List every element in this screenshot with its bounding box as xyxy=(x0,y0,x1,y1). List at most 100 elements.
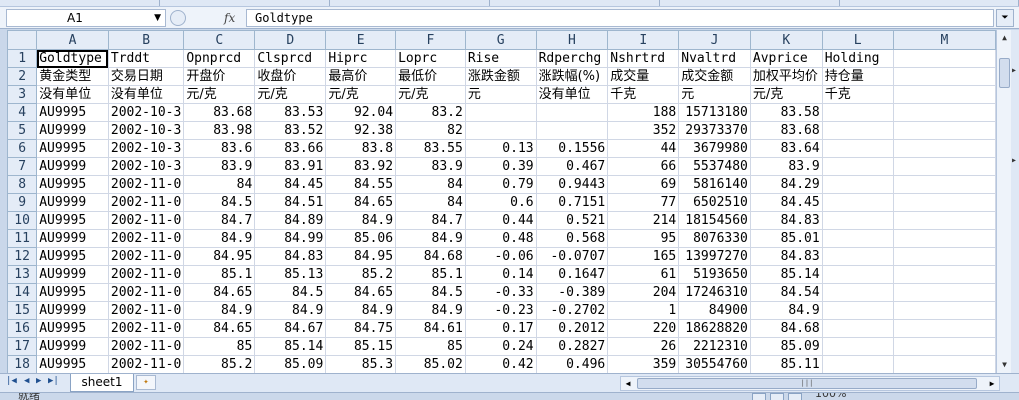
cell-j11[interactable]: 8076330 xyxy=(678,229,751,248)
cell-d1[interactable]: Clsprcd xyxy=(254,49,327,68)
cell-k15[interactable]: 84.9 xyxy=(749,301,823,320)
cell-f14[interactable]: 84.5 xyxy=(395,283,466,302)
cell-c10[interactable]: 84.7 xyxy=(183,211,256,230)
sheet-tab-sheet1[interactable]: sheet1 xyxy=(70,374,134,392)
cell-h15[interactable]: -0.2702 xyxy=(535,301,609,320)
cell-a9[interactable]: AU9999 xyxy=(36,193,109,212)
cell-k5[interactable]: 83.68 xyxy=(749,121,823,140)
expand-formula-bar-button[interactable]: ⏷ xyxy=(996,9,1014,27)
cell-f10[interactable]: 84.7 xyxy=(395,211,466,230)
cell-k7[interactable]: 83.9 xyxy=(749,157,823,176)
cell-i14[interactable]: 204 xyxy=(607,283,680,302)
cell-a2[interactable]: 黄金类型 xyxy=(36,67,109,86)
cell-j15[interactable]: 84900 xyxy=(678,301,751,320)
cell-b5[interactable]: 2002-10-3 xyxy=(107,121,185,140)
cell-a5[interactable]: AU9999 xyxy=(36,121,109,140)
cell-h5[interactable] xyxy=(535,121,609,140)
cell-h7[interactable]: 0.467 xyxy=(535,157,609,176)
cell-g2[interactable]: 涨跌金额 xyxy=(464,67,537,86)
cell-d11[interactable]: 84.99 xyxy=(254,229,327,248)
cell-a1[interactable]: Goldtype xyxy=(36,49,109,68)
cell-b4[interactable]: 2002-10-3 xyxy=(107,103,185,122)
cell-c11[interactable]: 84.9 xyxy=(183,229,256,248)
cell-g7[interactable]: 0.39 xyxy=(464,157,537,176)
row-header[interactable]: 8 xyxy=(7,175,38,194)
cell-i4[interactable]: 188 xyxy=(607,103,680,122)
cell-i8[interactable]: 69 xyxy=(607,175,680,194)
cell-c8[interactable]: 84 xyxy=(183,175,256,194)
cell-k4[interactable]: 83.58 xyxy=(749,103,823,122)
cell-d13[interactable]: 85.13 xyxy=(254,265,327,284)
horizontal-scrollbar[interactable]: ◀ ||| ▶ xyxy=(620,376,1000,391)
cell-m17[interactable] xyxy=(892,337,996,356)
row-header[interactable]: 5 xyxy=(7,121,38,140)
cell-b17[interactable]: 2002-11-0 xyxy=(107,337,185,356)
row-header[interactable]: 4 xyxy=(7,103,38,122)
cell-k10[interactable]: 84.83 xyxy=(749,211,823,230)
cell-g12[interactable]: -0.06 xyxy=(464,247,537,266)
cell-k16[interactable]: 84.68 xyxy=(749,319,823,338)
cell-d10[interactable]: 84.89 xyxy=(254,211,327,230)
cell-h6[interactable]: 0.1556 xyxy=(535,139,609,158)
page-layout-view-icon[interactable] xyxy=(770,393,784,400)
cell-d5[interactable]: 83.52 xyxy=(254,121,327,140)
cell-i11[interactable]: 95 xyxy=(607,229,680,248)
cell-c1[interactable]: Opnprcd xyxy=(183,49,256,68)
cell-d6[interactable]: 83.66 xyxy=(254,139,327,158)
row-header[interactable]: 18 xyxy=(7,355,38,373)
scroll-down-icon[interactable]: ▼ xyxy=(998,357,1011,372)
cell-i3[interactable]: 千克 xyxy=(607,85,680,104)
cell-h17[interactable]: 0.2827 xyxy=(535,337,609,356)
cell-b11[interactable]: 2002-11-0 xyxy=(107,229,185,248)
column-header-f[interactable]: F xyxy=(395,30,466,50)
cell-g11[interactable]: 0.48 xyxy=(464,229,537,248)
row-header[interactable]: 11 xyxy=(7,229,38,248)
cell-j18[interactable]: 30554760 xyxy=(678,355,751,373)
cell-l13[interactable] xyxy=(821,265,894,284)
cell-a13[interactable]: AU9999 xyxy=(36,265,109,284)
cell-g16[interactable]: 0.17 xyxy=(464,319,537,338)
cell-l10[interactable] xyxy=(821,211,894,230)
cell-b6[interactable]: 2002-10-3 xyxy=(107,139,185,158)
cell-b14[interactable]: 2002-11-0 xyxy=(107,283,185,302)
row-header[interactable]: 1 xyxy=(7,49,38,68)
split-handle-icon[interactable]: ▸ xyxy=(1011,156,1017,166)
resize-handle[interactable] xyxy=(170,10,186,26)
cell-l4[interactable] xyxy=(821,103,894,122)
column-header-d[interactable]: D xyxy=(254,30,327,50)
cell-b8[interactable]: 2002-11-0 xyxy=(107,175,185,194)
cell-d3[interactable]: 元/克 xyxy=(254,85,327,104)
cell-j1[interactable]: Nvaltrd xyxy=(678,49,751,68)
cell-c17[interactable]: 85 xyxy=(183,337,256,356)
cell-f12[interactable]: 84.68 xyxy=(395,247,466,266)
cell-e15[interactable]: 84.9 xyxy=(325,301,397,320)
cell-j8[interactable]: 5816140 xyxy=(678,175,751,194)
cell-b13[interactable]: 2002-11-0 xyxy=(107,265,185,284)
cell-b2[interactable]: 交易日期 xyxy=(107,67,185,86)
cell-g6[interactable]: 0.13 xyxy=(464,139,537,158)
cell-g13[interactable]: 0.14 xyxy=(464,265,537,284)
cell-l5[interactable] xyxy=(821,121,894,140)
cell-a3[interactable]: 没有单位 xyxy=(36,85,109,104)
last-sheet-icon[interactable]: ▶| xyxy=(48,376,59,386)
cell-g14[interactable]: -0.33 xyxy=(464,283,537,302)
cell-m2[interactable] xyxy=(892,67,996,86)
column-header-m[interactable]: M xyxy=(892,30,996,50)
row-header[interactable]: 10 xyxy=(7,211,38,230)
chevron-down-icon[interactable]: ▼ xyxy=(154,10,161,26)
cell-i17[interactable]: 26 xyxy=(607,337,680,356)
cell-k11[interactable]: 85.01 xyxy=(749,229,823,248)
cell-c4[interactable]: 83.68 xyxy=(183,103,256,122)
cell-f1[interactable]: Loprc xyxy=(395,49,466,68)
cell-b7[interactable]: 2002-10-3 xyxy=(107,157,185,176)
cell-c15[interactable]: 84.9 xyxy=(183,301,256,320)
cell-a14[interactable]: AU9995 xyxy=(36,283,109,302)
cell-h1[interactable]: Rdperchg xyxy=(535,49,609,68)
cell-i9[interactable]: 77 xyxy=(607,193,680,212)
cell-g1[interactable]: Rise xyxy=(464,49,537,68)
cell-c6[interactable]: 83.6 xyxy=(183,139,256,158)
cell-h16[interactable]: 0.2012 xyxy=(535,319,609,338)
cell-m12[interactable] xyxy=(892,247,996,266)
cell-k14[interactable]: 84.54 xyxy=(749,283,823,302)
cell-m7[interactable] xyxy=(892,157,996,176)
